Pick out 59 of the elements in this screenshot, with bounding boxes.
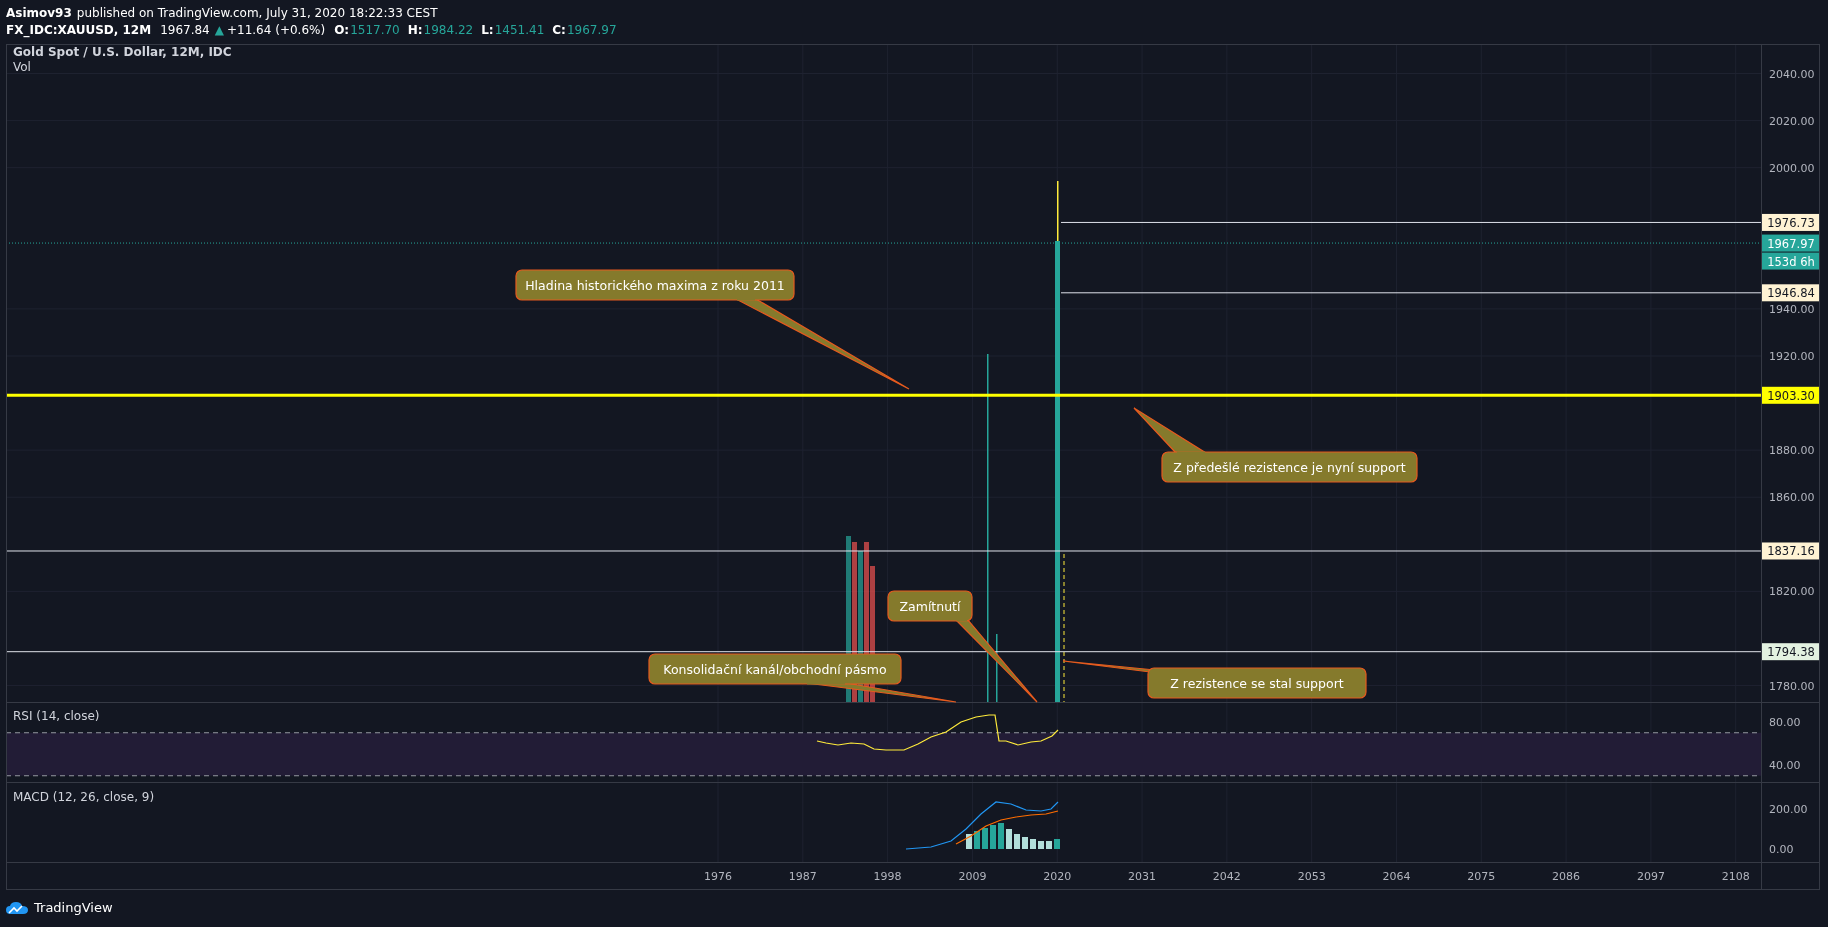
symbol-ticker: FX_IDC:XAUUSD, 12M [6,22,152,37]
chart-title: Gold Spot / U.S. Dollar, 12M, IDC [13,45,232,59]
ohlc-value: 1517.70 [350,22,400,37]
price-change: +11.64 (+0.6%) [227,22,326,37]
ohlc-value: 1984.22 [423,22,474,37]
callout: Z rezistence se stal support [1062,660,1367,699]
time-tick: 1976 [704,870,732,883]
brand-name: TradingView [34,900,113,915]
ohlc-label: C: [552,22,566,37]
callout: Hladina historického maxima z roku 2011 [515,269,910,390]
ohlc-label: H: [407,22,423,37]
price-tick: 2000.00 [1769,161,1815,175]
ohlc-label: O: [334,22,350,37]
callout: Z předešlé rezistence je nyní support [1133,407,1418,483]
up-arrow-icon: ▲ [214,22,224,37]
publish-info: published on TradingView.com, July 31, 2020 18:22:33 CEST [76,5,438,20]
author-name: Asimov93 [6,5,72,20]
time-tick: 2097 [1636,870,1665,883]
ohlc-value: 1967.97 [566,22,617,37]
ohlc-label: L: [481,22,494,37]
price-tick: 1780.00 [1769,679,1815,693]
price-tick: 2040.00 [1769,67,1815,81]
rsi-tick: 80.00 [1769,716,1801,729]
time-tick: 2042 [1212,870,1241,883]
time-tick: 1998 [873,870,902,883]
cloud-logo-icon [6,900,28,915]
time-tick: 2009 [958,870,987,883]
ohlc-value: 1451.41 [494,22,545,37]
rsi-title: RSI (14, close) [13,709,100,723]
price-tick: 1860.00 [1769,491,1815,505]
macd-title: MACD (12, 26, close, 9) [13,790,155,804]
price-tick: 1880.00 [1769,444,1815,458]
time-tick: 2031 [1128,870,1157,883]
macd-tick: 200.00 [1769,803,1808,816]
price-label: 1837.16 [1762,542,1819,560]
price-label: 1976.73 [1762,213,1819,231]
price-tick: 1940.00 [1769,302,1815,316]
candle-wick [1057,181,1059,241]
price-tick: 2020.00 [1769,114,1815,128]
time-tick: 2053 [1297,870,1326,883]
price-label: 1946.84 [1762,284,1819,302]
callout: Zamítnutí [887,590,1038,703]
volume-label: Vol [13,60,31,74]
price-label: 1967.97 [1762,234,1819,252]
time-tick: 2108 [1721,870,1750,883]
last-price: 1967.84 [160,22,210,37]
callout: Konsolidační kanál/obchodní pásmo [648,653,957,703]
time-tick: 2064 [1382,870,1411,883]
time-tick: 2075 [1467,870,1496,883]
macd-tick: 0.00 [1769,843,1794,856]
rsi-tick: 40.00 [1769,759,1801,772]
price-tick: 1820.00 [1769,585,1815,599]
price-tick: 1920.00 [1769,350,1815,363]
time-tick: 2020 [1043,870,1072,883]
price-label: 1794.38 [1762,643,1819,661]
time-tick: 1987 [788,870,817,883]
time-tick: 2086 [1552,870,1581,883]
price-label: 153d 6h [1762,252,1819,270]
price-label: 1903.30 [1762,386,1819,404]
